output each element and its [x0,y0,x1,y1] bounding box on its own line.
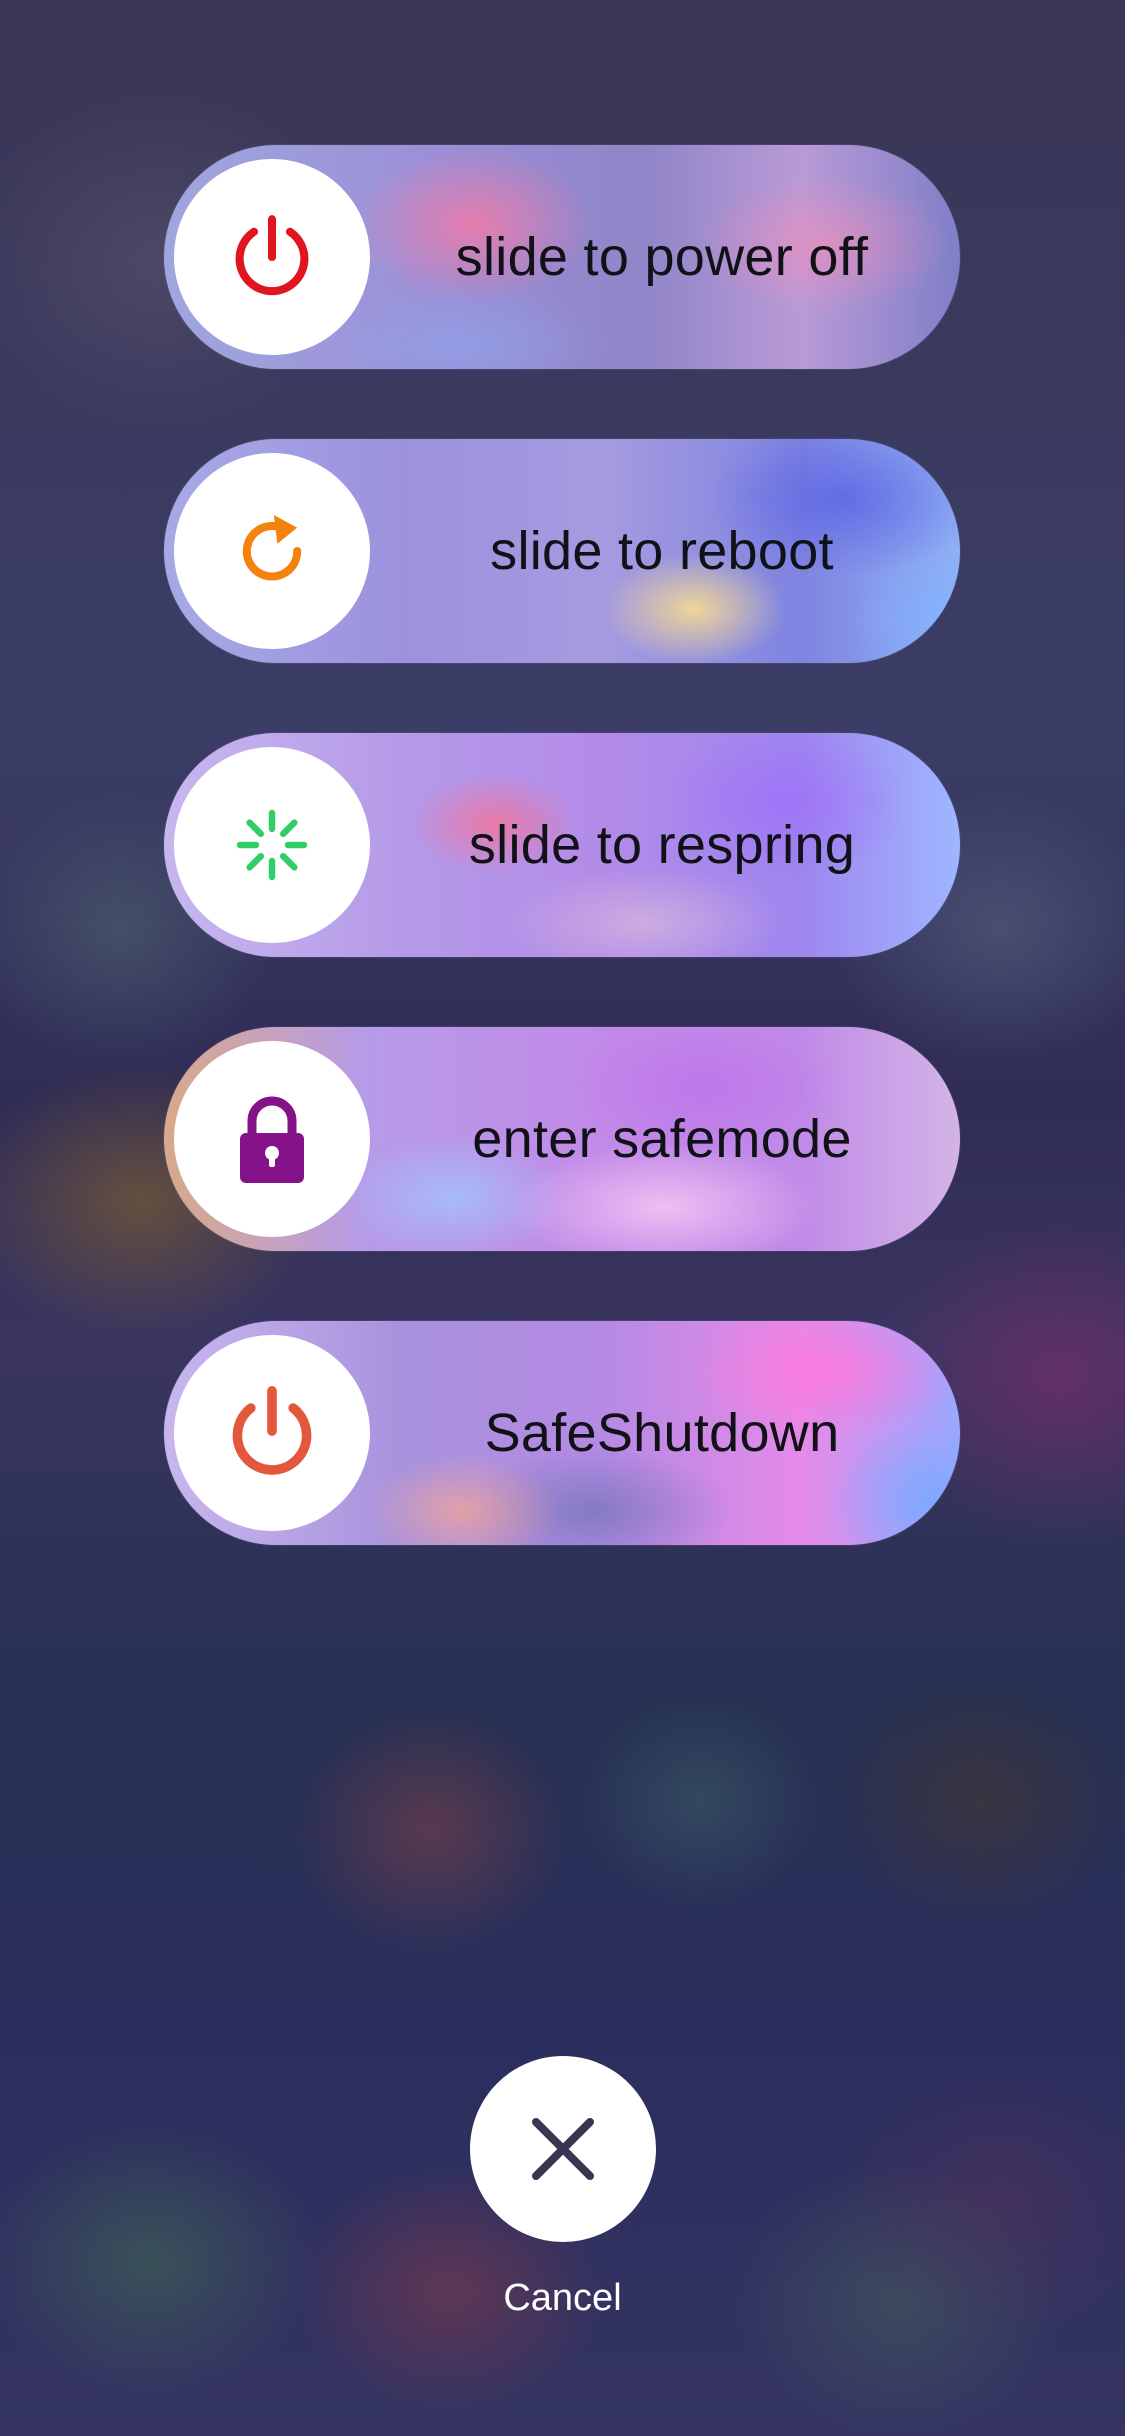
slide-to-power-off-slider[interactable]: slide to power off [164,145,960,369]
cancel-label[interactable]: Cancel [0,2277,1125,2320]
slider-label-reboot: slide to reboot [490,521,834,581]
power-off-knob[interactable] [174,159,370,355]
spinner-icon [232,805,312,885]
slider-label-power-off: slide to power off [455,227,869,287]
power-icon [224,1385,320,1481]
reboot-icon [227,506,317,596]
slide-to-reboot-slider[interactable]: slide to reboot [164,439,960,663]
enter-safemode-slider[interactable]: enter safemode [164,1027,960,1251]
close-icon [528,2114,598,2184]
safemode-knob[interactable] [174,1041,370,1237]
slide-to-respring-slider[interactable]: slide to respring [164,733,960,957]
respring-knob[interactable] [174,747,370,943]
reboot-knob[interactable] [174,453,370,649]
slider-label-respring: slide to respring [468,815,856,875]
safeshutdown-knob[interactable] [174,1335,370,1531]
safeshutdown-slider[interactable]: SafeShutdown [164,1321,960,1545]
cancel-button[interactable] [470,2056,656,2242]
power-icon [227,212,317,302]
slider-label-safemode: enter safemode [472,1109,852,1169]
lock-icon [232,1091,312,1187]
slider-label-safeshutdown: SafeShutdown [484,1403,840,1463]
